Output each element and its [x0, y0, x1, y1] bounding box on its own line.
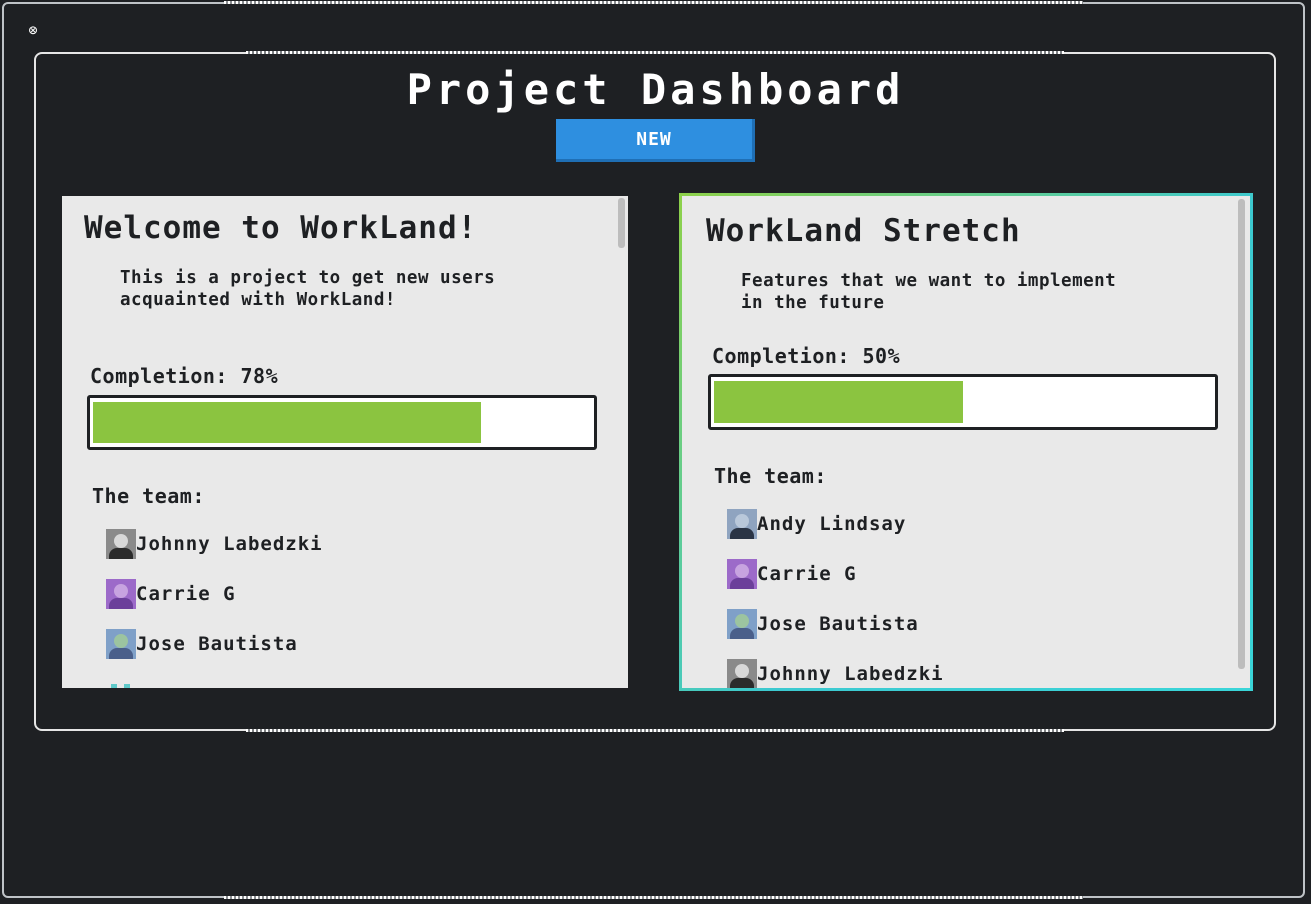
team-heading: The team: — [714, 464, 827, 488]
team-member[interactable]: Johnny Labedzki — [106, 529, 323, 559]
app-window: ⊗ Project Dashboard NEW Welcome to WorkL… — [0, 0, 1311, 904]
member-name: Carrie G — [136, 583, 236, 605]
project-title: Welcome to WorkLand! — [84, 210, 478, 246]
member-name: Jose Bautista — [136, 633, 298, 655]
progress-bar — [708, 374, 1218, 430]
completion-label: Completion: 50% — [712, 344, 901, 368]
avatar — [106, 629, 136, 659]
project-description: This is a project to get new users acqua… — [120, 268, 496, 310]
avatar — [106, 676, 136, 688]
project-title: WorkLand Stretch — [706, 213, 1021, 249]
team-member[interactable]: Carrie G — [106, 579, 236, 609]
page-title: Project Dashboard — [406, 65, 905, 114]
scrollbar-thumb[interactable] — [618, 198, 625, 248]
member-name: Johnny Labedzki — [136, 533, 323, 555]
completion-label: Completion: 78% — [90, 364, 279, 388]
member-name: Andy Lindsay — [757, 513, 907, 535]
team-member-partial — [106, 676, 136, 688]
avatar — [727, 609, 757, 639]
team-member[interactable]: Jose Bautista — [727, 609, 919, 639]
avatar — [727, 509, 757, 539]
new-project-button[interactable]: NEW — [556, 119, 755, 162]
scrollbar-thumb[interactable] — [1238, 199, 1245, 669]
progress-bar — [87, 395, 597, 450]
team-member[interactable]: Johnny Labedzki — [727, 659, 944, 688]
avatar — [106, 529, 136, 559]
progress-fill — [93, 402, 481, 443]
team-heading: The team: — [92, 484, 205, 508]
project-description: Features that we want to implement in th… — [741, 271, 1117, 313]
member-name: Jose Bautista — [757, 613, 919, 635]
team-member[interactable]: Jose Bautista — [106, 629, 298, 659]
member-name: Johnny Labedzki — [757, 663, 944, 685]
member-name: Carrie G — [757, 563, 857, 585]
avatar — [106, 579, 136, 609]
project-card[interactable]: Welcome to WorkLand! This is a project t… — [62, 196, 628, 688]
avatar — [727, 659, 757, 688]
progress-fill — [714, 381, 963, 423]
team-member[interactable]: Carrie G — [727, 559, 857, 589]
project-card-selected[interactable]: WorkLand Stretch Features that we want t… — [679, 193, 1253, 691]
avatar — [727, 559, 757, 589]
team-member[interactable]: Andy Lindsay — [727, 509, 906, 539]
close-icon[interactable]: ⊗ — [25, 22, 41, 38]
